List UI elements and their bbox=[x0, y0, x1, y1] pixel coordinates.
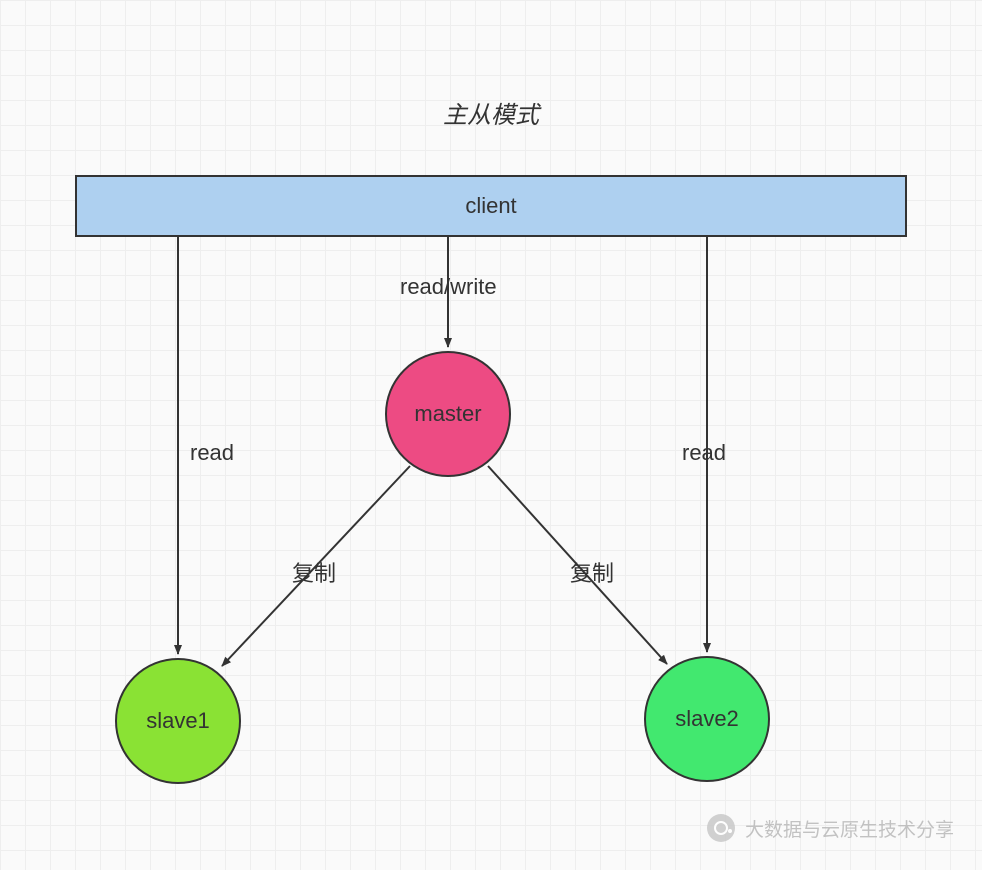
node-client: client bbox=[75, 175, 907, 237]
node-slave1: slave1 bbox=[115, 658, 241, 784]
wechat-icon bbox=[707, 814, 735, 842]
node-master-label: master bbox=[414, 401, 481, 427]
edge-label-read-left: read bbox=[190, 440, 234, 466]
edge-label-read-write: read/write bbox=[400, 274, 497, 300]
node-client-label: client bbox=[465, 193, 516, 219]
diagram-title: 主从模式 bbox=[443, 95, 539, 130]
edge-label-replicate-right: 复制 bbox=[570, 556, 614, 588]
node-slave2: slave2 bbox=[644, 656, 770, 782]
watermark-text: 大数据与云原生技术分享 bbox=[745, 815, 954, 842]
edge-label-read-right: read bbox=[682, 440, 726, 466]
node-slave1-label: slave1 bbox=[146, 708, 210, 734]
node-master: master bbox=[385, 351, 511, 477]
watermark: 大数据与云原生技术分享 bbox=[707, 814, 954, 842]
edge-label-replicate-left: 复制 bbox=[292, 556, 336, 588]
node-slave2-label: slave2 bbox=[675, 706, 739, 732]
